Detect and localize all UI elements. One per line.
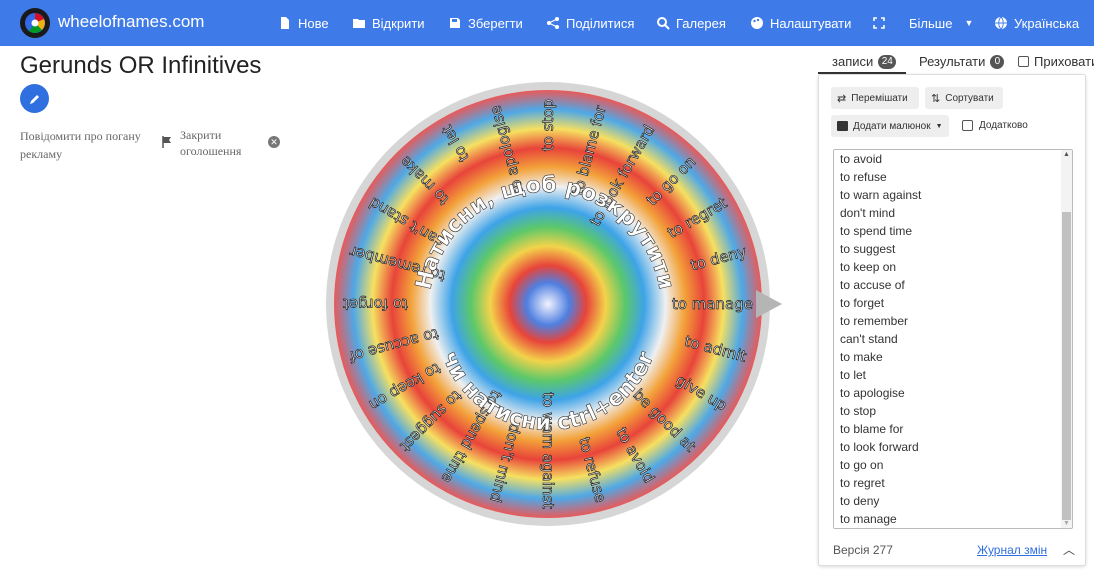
entries-count-badge: 24: [878, 54, 897, 69]
search-icon: [657, 17, 670, 30]
nav-language-button[interactable]: Українська: [994, 0, 1079, 46]
wheel-segment-label: to stop: [539, 99, 557, 151]
nav-open-button[interactable]: Відкрити: [352, 0, 425, 46]
edit-title-button[interactable]: [20, 84, 49, 113]
version-label: Версія 277: [833, 543, 893, 557]
entry-line[interactable]: to refuse: [840, 168, 921, 186]
pencil-icon: [29, 94, 39, 104]
image-icon: [837, 121, 848, 131]
close-icon[interactable]: ✕: [268, 136, 280, 148]
nav-share-button[interactable]: Поділитися: [546, 0, 634, 46]
scrollbar[interactable]: ▲ ▼: [1061, 150, 1072, 528]
entry-line[interactable]: to spend time: [840, 222, 921, 240]
site-name[interactable]: wheelofnames.com: [58, 12, 204, 32]
entry-line[interactable]: don't mind: [840, 204, 921, 222]
hide-checkbox[interactable]: Приховати: [1018, 54, 1094, 69]
entry-line[interactable]: to apologise: [840, 384, 921, 402]
page-title: Gerunds OR Infinitives: [20, 52, 262, 79]
checkbox-icon: [962, 120, 973, 131]
close-ad-link[interactable]: Закрити оголошення: [160, 127, 260, 159]
results-count-badge: 0: [990, 54, 1005, 69]
entry-line[interactable]: to look forward: [840, 438, 921, 456]
nav-more-button[interactable]: Більше ▼: [909, 0, 973, 46]
entry-line[interactable]: to make: [840, 348, 921, 366]
entry-line[interactable]: to regret: [840, 474, 921, 492]
entry-line[interactable]: to stop: [840, 402, 921, 420]
globe-icon: [995, 16, 1007, 30]
nav-new-button[interactable]: Нове: [278, 0, 329, 46]
entry-line[interactable]: to let: [840, 366, 921, 384]
file-icon: [281, 17, 289, 29]
wheel-segment-label: to forget: [343, 295, 408, 313]
sidebar-tabs: записи 24 Результати 0 Приховати: [818, 48, 1094, 74]
entries-panel: ⇄ Перемішати ⇅ Сортувати Додати малюнок …: [818, 74, 1086, 566]
scroll-up-icon[interactable]: ▲: [1063, 151, 1070, 158]
entries-list: to avoid to refuse to warn against don't mi…: [840, 150, 921, 528]
add-image-button[interactable]: Додати малюнок ▼: [831, 115, 949, 137]
entry-line[interactable]: to avoid: [840, 150, 921, 168]
scrollbar-thumb[interactable]: [1062, 212, 1071, 520]
sort-icon: ⇅: [931, 92, 941, 105]
top-app-bar: wheelofnames.com Нове Відкрити Зберегти …: [0, 0, 1094, 46]
entries-textarea[interactable]: to avoid to refuse to warn against don't mi…: [833, 149, 1073, 529]
chevron-up-icon[interactable]: ︿: [1063, 541, 1075, 558]
wheel-segment-label: to manage: [672, 295, 753, 313]
chevron-down-icon: ▼: [964, 18, 974, 28]
entry-line[interactable]: to go on: [840, 456, 921, 474]
entry-line[interactable]: to accuse of: [840, 276, 921, 294]
entry-line[interactable]: to manage: [840, 510, 921, 528]
tab-results[interactable]: Результати 0: [919, 54, 1005, 69]
entry-line[interactable]: to remember: [840, 312, 921, 330]
changelog-link[interactable]: Журнал змін: [977, 543, 1047, 557]
report-ad-link[interactable]: Повідомити про погану рекламу: [20, 127, 160, 163]
entry-line[interactable]: to keep on: [840, 258, 921, 276]
sort-button[interactable]: ⇅ Сортувати: [925, 87, 1003, 109]
fullscreen-icon: [873, 17, 885, 29]
flag-icon: [162, 136, 171, 148]
entry-line[interactable]: can't stand: [840, 330, 921, 348]
entry-line[interactable]: to forget: [840, 294, 921, 312]
nav-customize-button[interactable]: Налаштувати: [750, 0, 851, 46]
nav-save-button[interactable]: Зберегти: [448, 0, 523, 46]
palette-icon: [751, 17, 763, 29]
folder-open-icon: [353, 19, 365, 28]
shuffle-icon: ⇄: [837, 92, 847, 105]
wheel-logo-icon[interactable]: [20, 8, 50, 38]
save-icon: [450, 18, 460, 28]
entry-line[interactable]: to blame for: [840, 420, 921, 438]
share-icon: [547, 17, 559, 29]
entry-line[interactable]: to deny: [840, 492, 921, 510]
checkbox-icon: [1018, 56, 1029, 67]
nav-gallery-button[interactable]: Галерея: [656, 0, 726, 46]
scroll-down-icon[interactable]: ▼: [1063, 520, 1070, 527]
entry-line[interactable]: to suggest: [840, 240, 921, 258]
nav-fullscreen-button[interactable]: [872, 0, 886, 46]
wheel-segment-label: to warn against: [539, 392, 557, 509]
entry-line[interactable]: to warn against: [840, 186, 921, 204]
advanced-checkbox[interactable]: Додатково: [962, 120, 1028, 131]
wheel-canvas[interactable]: to avoidto refuseto warn againstdon't mi…: [316, 76, 782, 532]
tab-entries[interactable]: записи 24: [832, 54, 897, 69]
shuffle-button[interactable]: ⇄ Перемішати: [831, 87, 919, 109]
chevron-down-icon: ▼: [935, 122, 943, 130]
wheel[interactable]: to avoid to refuse to warn against don't mi…: [316, 76, 782, 532]
